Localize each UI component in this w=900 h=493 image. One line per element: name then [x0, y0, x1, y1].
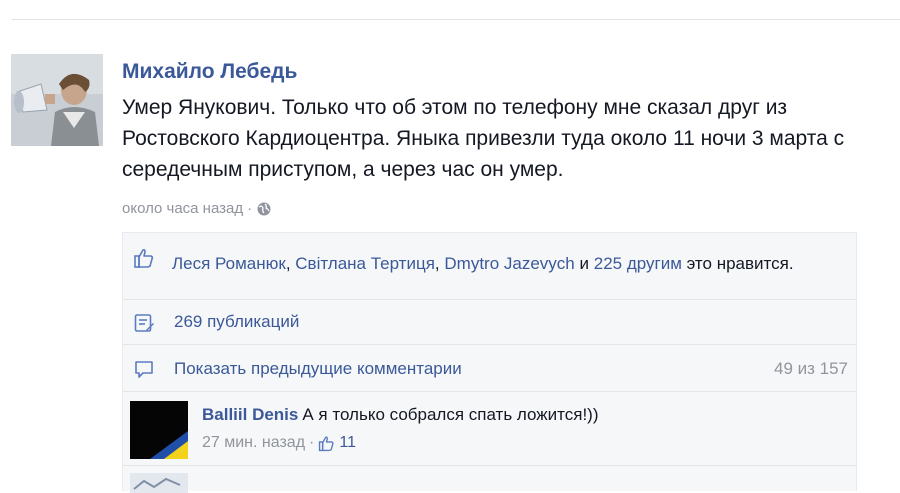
likes-and: и	[579, 254, 590, 273]
comments-count: 49 из 157	[773, 359, 848, 378]
view-previous-comments-link[interactable]: Показать предыдущие комментарии	[174, 359, 462, 379]
liker-link[interactable]: Світлана Тертиця	[295, 254, 435, 273]
comment-item-partial	[130, 473, 850, 493]
likes-others-link[interactable]: 225 другим	[594, 254, 682, 273]
thumbs-up-icon[interactable]	[133, 247, 155, 269]
top-divider	[12, 19, 900, 20]
shares-link[interactable]: 269 публикаций	[174, 312, 299, 332]
comment-author[interactable]: Balliil Denis	[202, 405, 298, 424]
globe-icon[interactable]	[256, 201, 272, 217]
liker-link[interactable]: Леся Романюк	[172, 254, 286, 273]
comment-icon	[135, 361, 153, 378]
comment-author-line: Balliil Denis А я только собрался спать л…	[202, 405, 599, 425]
comment-text: А я только собрался спать ложится!))	[302, 405, 599, 424]
view-previous-comments-row[interactable]: Показать предыдущие комментарии 49 из 15…	[123, 354, 856, 384]
divider	[123, 344, 856, 345]
feedback-panel: Леся Романюк, Світлана Тертиця, Dmytro J…	[122, 232, 857, 493]
divider	[123, 391, 856, 392]
shares-row[interactable]: 269 публикаций	[123, 308, 856, 338]
post-author[interactable]: Михайло Лебедь	[122, 60, 297, 84]
commenter-avatar[interactable]	[130, 473, 188, 493]
meta-separator: ·	[247, 200, 253, 217]
divider	[123, 465, 856, 466]
thumbs-up-icon[interactable]	[318, 435, 335, 452]
comment-like-count[interactable]: 11	[339, 434, 356, 452]
author-avatar[interactable]	[11, 54, 103, 146]
liker-link[interactable]: Dmytro Jazevych	[444, 254, 574, 273]
likes-summary: Леся Романюк, Світлана Тертиця, Dmytro J…	[172, 254, 794, 273]
post-meta: около часа назад ·	[122, 200, 272, 217]
comment-time[interactable]: 27 мин. назад	[202, 434, 305, 452]
divider	[123, 299, 856, 300]
meta-separator: ·	[309, 434, 315, 451]
share-icon	[134, 314, 154, 332]
post-timestamp[interactable]: около часа назад	[122, 200, 243, 217]
comment-item: Balliil Denis А я только собрался спать л…	[130, 401, 850, 461]
post-text: Умер Янукович. Только что об этом по тел…	[122, 96, 845, 181]
commenter-avatar[interactable]	[130, 401, 188, 459]
comment-meta: 27 мин. назад · 11	[202, 434, 356, 452]
likes-row: Леся Романюк, Світлана Тертиця, Dmytro J…	[123, 241, 856, 299]
likes-suffix: это нравится.	[686, 254, 794, 273]
